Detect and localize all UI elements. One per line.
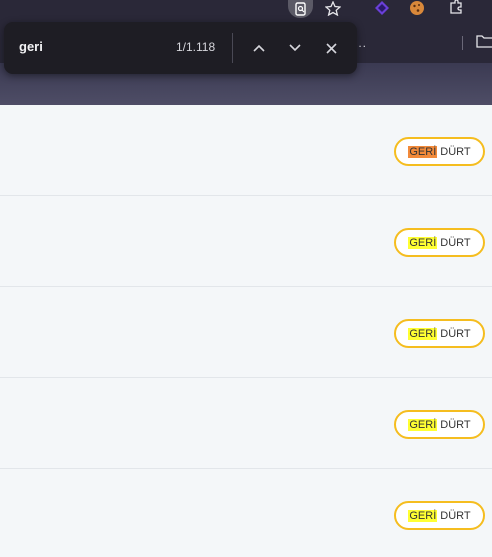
- nudge-back-button[interactable]: GERİ DÜRT: [394, 501, 485, 530]
- chevron-down-icon: [289, 44, 301, 52]
- nudge-back-button[interactable]: GERİ DÜRT: [394, 410, 485, 439]
- search-match: GERİ: [408, 418, 438, 431]
- button-label: DÜRT: [440, 327, 471, 340]
- search-match: GERİ: [408, 509, 438, 522]
- match-count: 1/1.118: [176, 40, 216, 54]
- puzzle-icon[interactable]: [444, 0, 468, 16]
- list-item: GERİ DÜRT: [0, 287, 492, 378]
- nudge-back-button[interactable]: GERİ DÜRT: [394, 319, 485, 348]
- button-label: DÜRT: [440, 509, 471, 522]
- star-icon[interactable]: [321, 0, 345, 16]
- find-bar: geri 1/1.118: [4, 22, 357, 74]
- find-separator: [232, 33, 233, 63]
- list-item: GERİ DÜRT: [0, 469, 492, 557]
- folder-icon[interactable]: [476, 34, 492, 53]
- chevron-up-icon: [253, 44, 265, 52]
- bookmark-separator: [462, 36, 463, 50]
- close-find-button[interactable]: [320, 37, 342, 59]
- close-icon: [325, 42, 337, 54]
- list-item: GERİ DÜRT: [0, 378, 492, 469]
- find-input[interactable]: geri: [19, 39, 43, 54]
- list-item: GERİ DÜRT: [0, 196, 492, 287]
- nudge-back-button[interactable]: GERİ DÜRT: [394, 137, 485, 166]
- search-match-active: GERİ: [408, 145, 438, 158]
- button-label: DÜRT: [440, 418, 471, 431]
- button-label: DÜRT: [440, 145, 471, 158]
- search-match: GERİ: [408, 327, 438, 340]
- list-item: GERİ DÜRT: [0, 105, 492, 196]
- next-match-button[interactable]: [284, 37, 306, 59]
- search-match: GERİ: [408, 236, 438, 249]
- cookie-icon[interactable]: [405, 0, 429, 16]
- nudge-back-button[interactable]: GERİ DÜRT: [394, 228, 485, 257]
- extension-icon[interactable]: [370, 0, 394, 16]
- button-label: DÜRT: [440, 236, 471, 249]
- lens-search-icon[interactable]: [288, 0, 313, 18]
- previous-match-button[interactable]: [248, 37, 270, 59]
